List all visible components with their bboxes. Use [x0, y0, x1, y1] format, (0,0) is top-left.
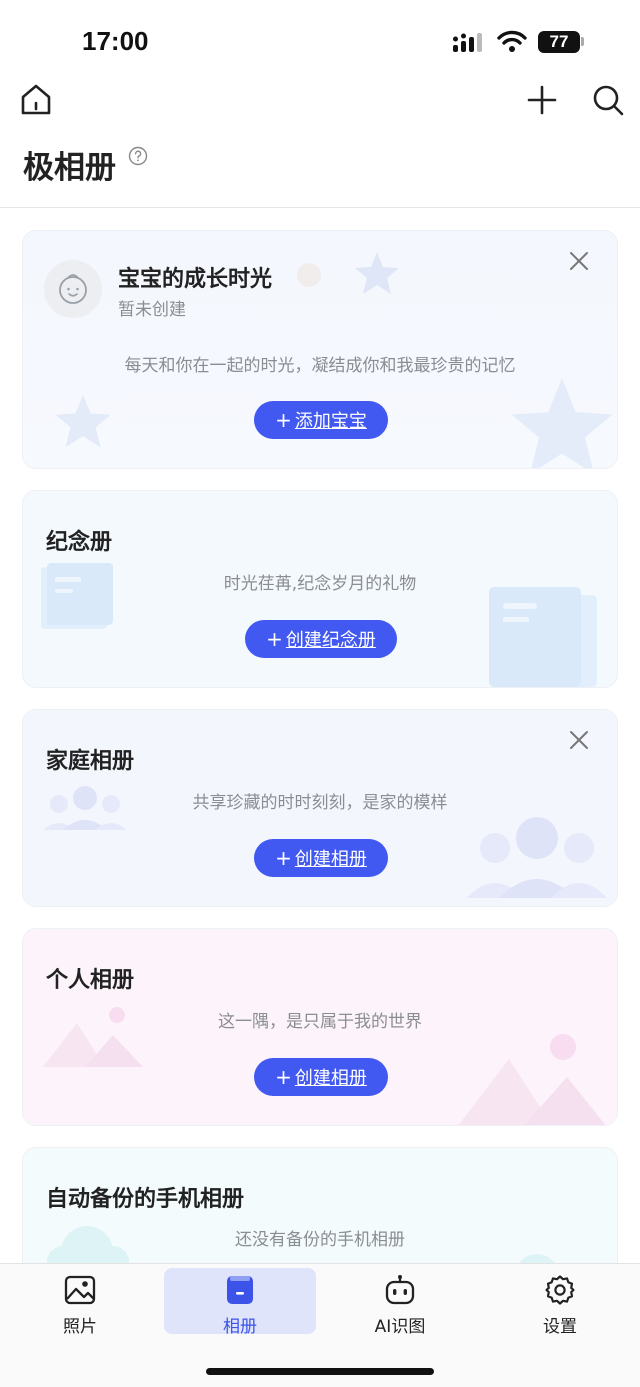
family-card-title: 家庭相册 — [46, 749, 135, 774]
home-indicator — [206, 1368, 434, 1375]
baby-card-description: 每天和你在一起的时光，凝结成你和我最珍贵的记忆 — [124, 356, 516, 376]
personal-card-description: 这一隅，是只属于我的世界 — [218, 1012, 422, 1032]
tab-albums-label: 相册 — [223, 1317, 257, 1337]
top-nav — [0, 80, 640, 120]
plus-icon: + — [275, 846, 292, 870]
tab-ai-recognition[interactable]: AI识图 — [324, 1268, 476, 1337]
status-time: 17:00 — [82, 26, 149, 56]
baby-growth-card[interactable]: 宝宝的成长时光 暂未创建 每天和你在一起的时光，凝结成你和我最珍贵的记忆 + 添加… — [22, 230, 618, 469]
create-memorial-button[interactable]: + 创建纪念册 — [245, 620, 397, 658]
status-bar: 17:00 77 — [0, 0, 640, 80]
battery-tip — [581, 37, 584, 46]
star-decoration-icon — [355, 252, 399, 294]
battery-indicator: 77 — [538, 31, 580, 53]
book-decoration-icon — [489, 587, 597, 687]
add-icon[interactable] — [524, 82, 560, 118]
close-icon[interactable] — [567, 728, 591, 752]
bubble-decoration — [297, 263, 321, 287]
help-icon[interactable] — [128, 146, 148, 166]
home-icon[interactable] — [18, 82, 54, 118]
add-baby-button[interactable]: + 添加宝宝 — [254, 401, 388, 439]
add-baby-button-label: 添加宝宝 — [294, 411, 367, 432]
backup-card-title: 自动备份的手机相册 — [46, 1187, 245, 1212]
create-family-album-button-label: 创建相册 — [294, 849, 367, 870]
memorial-card-title: 纪念册 — [46, 530, 113, 555]
people-decoration-icon — [467, 817, 607, 898]
robot-icon — [385, 1275, 415, 1305]
header-divider — [0, 207, 640, 208]
star-decoration-icon — [511, 377, 613, 468]
mountain-decoration-icon — [458, 1034, 606, 1125]
family-album-card[interactable]: 家庭相册 共享珍藏的时时刻刻，是家的模样 + 创建相册 — [22, 709, 618, 907]
gear-icon — [545, 1275, 575, 1305]
memorial-album-card[interactable]: 纪念册 时光荏苒,纪念岁月的礼物 + 创建纪念册 — [22, 490, 618, 688]
baby-avatar — [44, 260, 102, 318]
wifi-icon — [497, 30, 527, 52]
create-memorial-button-label: 创建纪念册 — [285, 630, 376, 651]
personal-card-title: 个人相册 — [46, 968, 135, 993]
tab-settings[interactable]: 设置 — [484, 1268, 636, 1337]
signal-icon — [453, 33, 482, 52]
search-icon[interactable] — [590, 82, 626, 118]
photo-icon — [64, 1275, 96, 1305]
personal-album-card[interactable]: 个人相册 这一隅，是只属于我的世界 + 创建相册 — [22, 928, 618, 1126]
star-decoration-icon — [55, 394, 111, 448]
baby-card-subtitle: 暂未创建 — [118, 300, 186, 320]
page-title: 极相册 — [23, 150, 116, 186]
create-personal-album-button[interactable]: + 创建相册 — [254, 1058, 388, 1096]
tab-albums[interactable]: 相册 — [164, 1268, 316, 1337]
baby-face-icon — [59, 274, 87, 304]
create-family-album-button[interactable]: + 创建相册 — [254, 839, 388, 877]
memorial-card-description: 时光荏苒,纪念岁月的礼物 — [223, 574, 417, 594]
create-personal-album-button-label: 创建相册 — [294, 1068, 367, 1089]
tab-settings-label: 设置 — [543, 1317, 577, 1337]
family-card-description: 共享珍藏的时时刻刻，是家的模样 — [192, 793, 448, 813]
tab-photos[interactable]: 照片 — [4, 1268, 156, 1337]
album-icon — [227, 1276, 253, 1304]
close-icon[interactable] — [567, 249, 591, 273]
backup-card-description: 还没有备份的手机相册 — [235, 1230, 405, 1250]
phone-backup-card[interactable]: 自动备份的手机相册 还没有备份的手机相册 — [22, 1147, 618, 1277]
plus-icon: + — [275, 408, 292, 432]
tab-photos-label: 照片 — [63, 1317, 97, 1337]
plus-icon: + — [275, 1065, 292, 1089]
plus-icon: + — [266, 627, 283, 651]
baby-card-title: 宝宝的成长时光 — [118, 267, 273, 292]
tab-ai-recognition-label: AI识图 — [374, 1317, 426, 1337]
